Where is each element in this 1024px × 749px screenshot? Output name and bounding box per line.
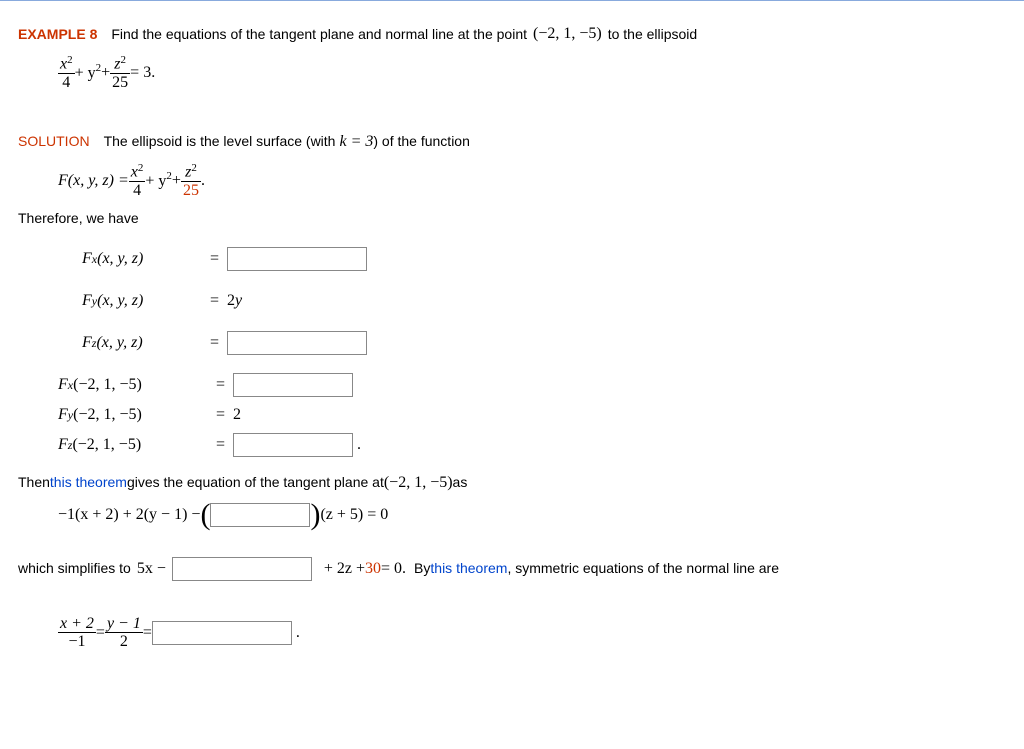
Fz-point-row: Fz(−2, 1, −5) = . (18, 433, 1006, 457)
Fz-input[interactable] (227, 331, 367, 355)
frac-x2-4: x2 4 (58, 54, 75, 92)
frac-xplus2: x + 2 −1 (58, 615, 96, 651)
solution-label: SOLUTION (18, 131, 90, 152)
plane-coeff-input[interactable] (210, 503, 310, 527)
F-definition: F(x, y, z) = x2 4 + y2 + z2 25 . (18, 162, 1006, 200)
simplify-input[interactable] (172, 557, 312, 581)
top-border (0, 0, 1024, 1)
simplify-line: which simplifies to 5x − + 2z + 30 = 0. … (18, 557, 1006, 581)
Fx-row: Fx(x, y, z) = (18, 247, 1006, 271)
theorem-link-2[interactable]: this theorem (430, 558, 507, 579)
theorem-link-1[interactable]: this theorem (50, 472, 127, 493)
normal-line-eq: x + 2 −1 = y − 1 2 = . (18, 615, 1006, 651)
plus-y2: + y2 (75, 60, 102, 85)
tangent-plane-eq: −1(x + 2) + 2(y − 1) − ( ) (z + 5) = 0 (18, 503, 1006, 527)
example-prompt-b: to the ellipsoid (608, 24, 698, 45)
Fx-point-input[interactable] (233, 373, 353, 397)
eq-rhs: = 3. (130, 61, 155, 85)
Fz-point-input[interactable] (233, 433, 353, 457)
page: EXAMPLE 8 Find the equations of the tang… (0, 9, 1024, 677)
example-point: (−2, 1, −5) (533, 22, 602, 46)
Fy-row: Fy(x, y, z) = 2y (18, 289, 1006, 313)
Fy-point-row: Fy(−2, 1, −5) = 2 (18, 403, 1006, 427)
Fx-point-row: Fx(−2, 1, −5) = (18, 373, 1006, 397)
Fy-value: 2y (227, 289, 242, 313)
solution-heading: SOLUTION The ellipsoid is the level surf… (18, 130, 1006, 154)
example-heading: EXAMPLE 8 Find the equations of the tang… (18, 22, 1006, 46)
Fx-input[interactable] (227, 247, 367, 271)
frac-yminus1: y − 1 2 (105, 615, 143, 651)
example-label: EXAMPLE 8 (18, 24, 97, 45)
Fy-point-value: 2 (233, 403, 241, 427)
example-prompt-a: Find the equations of the tangent plane … (111, 24, 527, 45)
ellipsoid-equation: x2 4 + y2 + z2 25 = 3. (18, 54, 1006, 92)
therefore-text: Therefore, we have (18, 208, 1006, 229)
Fz-row: Fz(x, y, z) = (18, 331, 1006, 355)
frac-x2-4b: x2 4 (129, 162, 146, 200)
frac-z2-25: z2 25 (110, 54, 130, 92)
then-theorem-text: Then this theorem gives the equation of … (18, 471, 1006, 495)
frac-z2-25b: z2 25 (181, 162, 201, 200)
normal-line-input[interactable] (152, 621, 292, 645)
